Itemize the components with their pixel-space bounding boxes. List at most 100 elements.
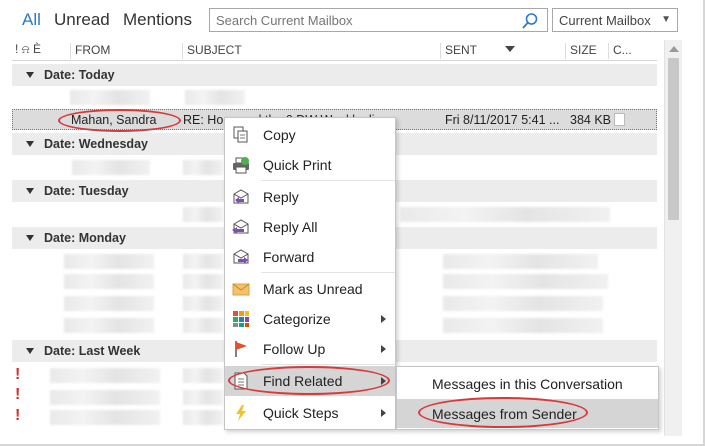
menu-item-quick-print[interactable]: Quick Print bbox=[225, 150, 395, 180]
flag-icon bbox=[235, 341, 247, 357]
collapse-triangle-icon[interactable] bbox=[26, 348, 34, 354]
collapse-triangle-icon[interactable] bbox=[26, 72, 34, 78]
menu-label: Quick Steps bbox=[263, 405, 339, 421]
collapse-triangle-icon[interactable] bbox=[26, 141, 34, 147]
menu-divider bbox=[261, 272, 395, 273]
column-sent-label: SENT bbox=[445, 43, 478, 57]
redacted-text bbox=[183, 318, 223, 333]
group-label: Date: Monday bbox=[44, 231, 126, 245]
redacted-text bbox=[183, 410, 223, 425]
search-box bbox=[209, 8, 548, 32]
redacted-text bbox=[183, 390, 223, 405]
redacted-text bbox=[50, 368, 160, 383]
redacted-text bbox=[50, 390, 160, 405]
menu-label: Mark as Unread bbox=[263, 281, 363, 297]
redacted-text bbox=[183, 368, 223, 383]
redacted-text bbox=[64, 254, 154, 269]
mail-list-window: All Unread Mentions Current Mailbox ▼ ! … bbox=[0, 0, 705, 446]
search-icon[interactable] bbox=[521, 12, 539, 30]
row-sent: Fri 8/11/2017 5:41 ... bbox=[445, 113, 560, 127]
categorize-icon bbox=[233, 311, 249, 327]
search-scope-dropdown[interactable]: Current Mailbox ▼ bbox=[552, 8, 678, 32]
redacted-text bbox=[443, 254, 598, 269]
menu-label: Follow Up bbox=[263, 341, 326, 357]
high-importance-icon: ! bbox=[15, 407, 21, 424]
highlight-oval-sender-submenu bbox=[418, 397, 588, 428]
column-subject-header[interactable]: SUBJECT bbox=[182, 43, 242, 59]
collapse-triangle-icon[interactable] bbox=[26, 188, 34, 194]
printer-icon bbox=[233, 157, 249, 174]
chevron-down-icon: ▼ bbox=[661, 14, 671, 25]
redacted-text bbox=[183, 296, 223, 311]
high-importance-icon: ! bbox=[15, 366, 21, 383]
redacted-text bbox=[64, 318, 154, 333]
menu-divider bbox=[261, 180, 395, 181]
highlight-oval-sender bbox=[58, 109, 181, 132]
submenu-arrow-icon bbox=[381, 409, 386, 417]
high-importance-icon: ! bbox=[15, 386, 21, 403]
redacted-text bbox=[64, 274, 154, 289]
vertical-scrollbar[interactable] bbox=[664, 40, 682, 436]
reply-all-icon bbox=[232, 219, 249, 234]
group-label: Date: Wednesday bbox=[44, 137, 148, 151]
group-label: Date: Today bbox=[44, 68, 115, 82]
submenu-arrow-icon bbox=[381, 315, 386, 323]
redacted-text bbox=[185, 90, 245, 105]
scroll-up-icon[interactable] bbox=[669, 46, 679, 52]
collapse-triangle-icon[interactable] bbox=[26, 235, 34, 241]
menu-label: Messages in this Conversation bbox=[432, 376, 623, 392]
redacted-text bbox=[443, 318, 603, 333]
scrollbar-thumb[interactable] bbox=[668, 58, 679, 220]
menu-item-categorize[interactable]: Categorize bbox=[225, 304, 395, 334]
menu-label: Categorize bbox=[263, 311, 331, 327]
forward-icon bbox=[233, 249, 249, 264]
search-scope-label: Current Mailbox bbox=[559, 13, 651, 28]
column-sent-header[interactable]: SENT bbox=[440, 43, 566, 59]
redacted-text bbox=[183, 160, 223, 175]
column-from-header[interactable]: FROM bbox=[70, 43, 110, 59]
menu-item-reply[interactable]: Reply bbox=[225, 182, 395, 212]
column-categories-header[interactable]: C... bbox=[608, 43, 632, 59]
copy-icon bbox=[233, 126, 248, 143]
unread-envelope-icon bbox=[232, 283, 250, 296]
row-size: 384 KB bbox=[570, 113, 612, 127]
redacted-text bbox=[70, 90, 150, 105]
menu-label: Quick Print bbox=[263, 157, 332, 173]
highlight-oval-find-related bbox=[228, 366, 390, 395]
category-box[interactable] bbox=[614, 113, 625, 126]
menu-item-follow-up[interactable]: Follow Up bbox=[225, 334, 395, 364]
column-header: ! ⍾ Ѐ FROM SUBJECT SENT SIZE C... bbox=[12, 40, 657, 61]
menu-item-mark-unread[interactable]: Mark as Unread bbox=[225, 274, 395, 304]
reply-icon bbox=[233, 189, 249, 204]
submenu-item-conversation[interactable]: Messages in this Conversation bbox=[397, 369, 658, 398]
menu-item-copy[interactable]: Copy bbox=[225, 120, 395, 150]
filter-all-tab[interactable]: All bbox=[22, 10, 41, 30]
redacted-text bbox=[443, 296, 603, 311]
filter-unread-tab[interactable]: Unread bbox=[54, 10, 110, 30]
menu-divider bbox=[261, 364, 395, 365]
menu-label: Reply All bbox=[263, 219, 318, 235]
group-label: Date: Tuesday bbox=[44, 184, 129, 198]
redacted-text bbox=[72, 160, 150, 175]
menu-item-forward[interactable]: Forward bbox=[225, 242, 395, 272]
menu-label: Forward bbox=[263, 249, 315, 265]
redacted-text bbox=[183, 254, 223, 269]
redacted-text bbox=[183, 207, 223, 222]
menu-label: Reply bbox=[263, 189, 299, 205]
redacted-text bbox=[183, 274, 223, 289]
submenu-arrow-icon bbox=[381, 345, 386, 353]
group-label: Date: Last Week bbox=[44, 344, 141, 358]
menu-item-quick-steps[interactable]: Quick Steps bbox=[225, 398, 395, 428]
menu-item-reply-all[interactable]: Reply All bbox=[225, 212, 395, 242]
redacted-text bbox=[443, 274, 608, 289]
group-header-today[interactable]: Date: Today bbox=[12, 64, 657, 86]
redacted-text bbox=[64, 296, 154, 311]
search-input[interactable] bbox=[210, 9, 510, 31]
redacted-text bbox=[400, 207, 610, 222]
column-flags-header[interactable]: ! ⍾ Ѐ bbox=[12, 42, 41, 58]
menu-label: Copy bbox=[263, 127, 296, 143]
lightning-icon bbox=[236, 405, 246, 421]
filter-mentions-tab[interactable]: Mentions bbox=[123, 10, 192, 30]
column-size-header[interactable]: SIZE bbox=[565, 43, 597, 59]
redacted-text bbox=[50, 410, 160, 425]
